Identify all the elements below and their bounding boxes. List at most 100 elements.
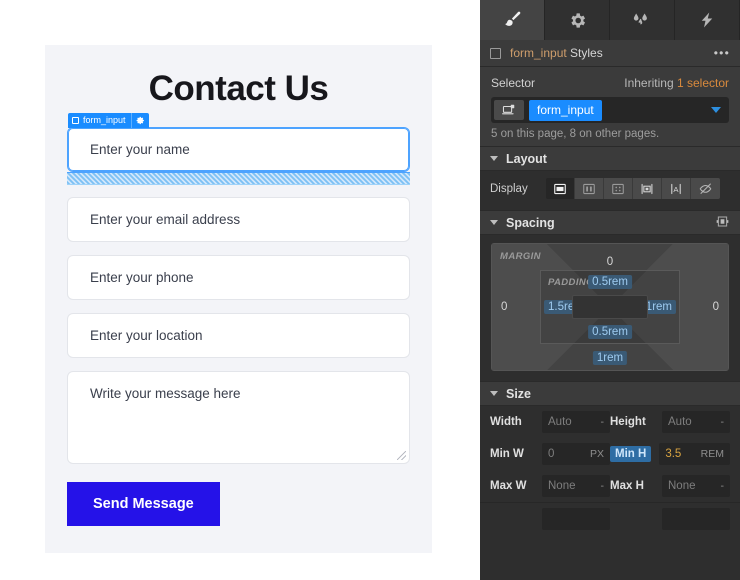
- panel-title-selector: form_input: [510, 46, 567, 60]
- panel-tabs: [480, 0, 740, 40]
- selector-field[interactable]: form_input: [491, 97, 729, 123]
- padding-top-value[interactable]: 0.5rem: [588, 275, 632, 289]
- margin-box: MARGIN 0 0 0 1rem PADDING 0.5rem 1.5rem …: [491, 243, 729, 371]
- app-root: Contact Us form_input Enter your name En…: [0, 0, 740, 580]
- display-none[interactable]: [691, 178, 720, 199]
- min-width-value: 0: [548, 448, 555, 460]
- size-row-max: Max W None - Max H None -: [480, 470, 740, 502]
- margin-top-value[interactable]: 0: [607, 256, 613, 268]
- content-box: [572, 295, 648, 319]
- max-width-input[interactable]: None -: [542, 475, 610, 497]
- contact-form: form_input Enter your name Enter your em…: [67, 113, 410, 526]
- design-canvas[interactable]: Contact Us form_input Enter your name En…: [0, 0, 480, 580]
- checkbox-icon[interactable]: [490, 47, 501, 59]
- gear-icon[interactable]: [130, 113, 149, 128]
- interactions-tab[interactable]: [675, 0, 740, 40]
- max-height-value: None: [668, 480, 696, 492]
- element-badge-label: form_input: [83, 115, 126, 125]
- inheriting-text: Inheriting: [624, 76, 674, 90]
- min-width-unit: PX: [589, 448, 604, 460]
- height-unit: -: [720, 416, 725, 428]
- min-width-label: Min W: [490, 448, 524, 460]
- height-value: Auto: [668, 416, 692, 428]
- size-row-min: Min W 0 PX Min H 3.5 REM: [480, 438, 740, 470]
- selector-chip[interactable]: form_input: [529, 99, 602, 121]
- min-width-input[interactable]: 0 PX: [542, 443, 610, 465]
- width-value: Auto: [548, 416, 572, 428]
- selector-header-row: Selector Inheriting 1 selector: [491, 76, 729, 90]
- form-input-location[interactable]: Enter your location: [67, 313, 410, 358]
- form-input-email-placeholder: Enter your email address: [90, 212, 241, 227]
- min-height-unit: REM: [700, 448, 724, 460]
- padding-box: PADDING 0.5rem 1.5rem 1rem 0.5rem: [540, 270, 680, 344]
- section-title-layout: Layout: [506, 151, 547, 166]
- style-tab[interactable]: [480, 0, 545, 40]
- width-label: Width: [490, 416, 522, 428]
- form-textarea-message[interactable]: Write your message here: [67, 371, 410, 464]
- min-width-cell: Min W 0 PX: [490, 443, 610, 465]
- page-title: Contact Us: [148, 69, 329, 108]
- display-row: Display A: [480, 171, 740, 206]
- height-label: Height: [610, 416, 646, 428]
- element-badge-label-wrap: form_input: [68, 113, 131, 128]
- section-header-size[interactable]: Size: [480, 381, 740, 406]
- form-input-phone[interactable]: Enter your phone: [67, 255, 410, 300]
- height-cell: Height Auto -: [610, 411, 730, 433]
- max-height-cell: Max H None -: [610, 475, 730, 497]
- inheriting-info[interactable]: Inheriting 1 selector: [624, 76, 729, 90]
- margin-left-value[interactable]: 0: [501, 301, 507, 313]
- margin-bottom-value[interactable]: 1rem: [592, 351, 628, 365]
- element-box-icon: [72, 117, 79, 124]
- min-height-input[interactable]: 3.5 REM: [659, 443, 730, 465]
- resize-grip-icon[interactable]: [397, 451, 406, 460]
- max-height-input[interactable]: None -: [662, 475, 730, 497]
- padding-bottom-value[interactable]: 0.5rem: [588, 325, 632, 339]
- layout-section-body: Display A: [480, 171, 740, 210]
- min-height-cell: Min H 3.5 REM: [610, 443, 730, 465]
- margin-label: MARGIN: [500, 251, 541, 262]
- element-tag-icon[interactable]: [494, 100, 524, 120]
- effects-tab[interactable]: [610, 0, 675, 40]
- form-input-phone-placeholder: Enter your phone: [90, 270, 194, 285]
- max-height-unit: -: [720, 480, 725, 492]
- display-options: A: [546, 178, 720, 199]
- display-flex[interactable]: [575, 178, 604, 199]
- selector-block: Selector Inheriting 1 selector form_inpu…: [480, 67, 740, 146]
- display-label: Display: [490, 182, 528, 195]
- send-message-button[interactable]: Send Message: [67, 482, 220, 526]
- chevron-down-icon[interactable]: [711, 107, 721, 113]
- padding-label: PADDING: [548, 277, 594, 288]
- element-badge[interactable]: form_input: [68, 113, 149, 128]
- max-width-value: None: [548, 480, 576, 492]
- settings-tab[interactable]: [545, 0, 610, 40]
- overflow-input-right[interactable]: [662, 508, 730, 530]
- form-input-name[interactable]: form_input Enter your name: [67, 113, 410, 172]
- spacing-section-body: MARGIN 0 0 0 1rem PADDING 0.5rem 1.5rem …: [480, 235, 740, 381]
- overflow-cell-right: [610, 508, 730, 530]
- width-input[interactable]: Auto -: [542, 411, 610, 433]
- min-height-label[interactable]: Min H: [610, 446, 652, 462]
- width-cell: Width Auto -: [490, 411, 610, 433]
- display-inline-block[interactable]: [633, 178, 662, 199]
- form-input-name-placeholder: Enter your name: [90, 142, 190, 157]
- width-unit: -: [600, 416, 605, 428]
- overflow-input-left[interactable]: [542, 508, 610, 530]
- max-width-cell: Max W None -: [490, 475, 610, 497]
- form-textarea-placeholder: Write your message here: [90, 386, 241, 401]
- size-section-body: Width Auto - Height Auto - Min W 0 PX Mi…: [480, 406, 740, 539]
- display-grid[interactable]: [604, 178, 633, 199]
- display-block[interactable]: [546, 178, 575, 199]
- lightning-bolt-icon: [698, 10, 716, 30]
- section-header-spacing[interactable]: Spacing: [480, 210, 740, 235]
- panel-header: form_input Styles •••: [480, 40, 740, 67]
- form-input-email[interactable]: Enter your email address: [67, 197, 410, 242]
- display-inline[interactable]: A: [662, 178, 691, 199]
- paint-brush-icon: [501, 9, 523, 31]
- section-header-layout[interactable]: Layout: [480, 146, 740, 171]
- ellipsis-icon[interactable]: •••: [714, 46, 730, 60]
- margin-right-value[interactable]: 0: [713, 301, 719, 313]
- size-row-overflow: [480, 503, 740, 535]
- spacing-mode-icon[interactable]: [715, 214, 730, 232]
- form-input-location-placeholder: Enter your location: [90, 328, 203, 343]
- height-input[interactable]: Auto -: [662, 411, 730, 433]
